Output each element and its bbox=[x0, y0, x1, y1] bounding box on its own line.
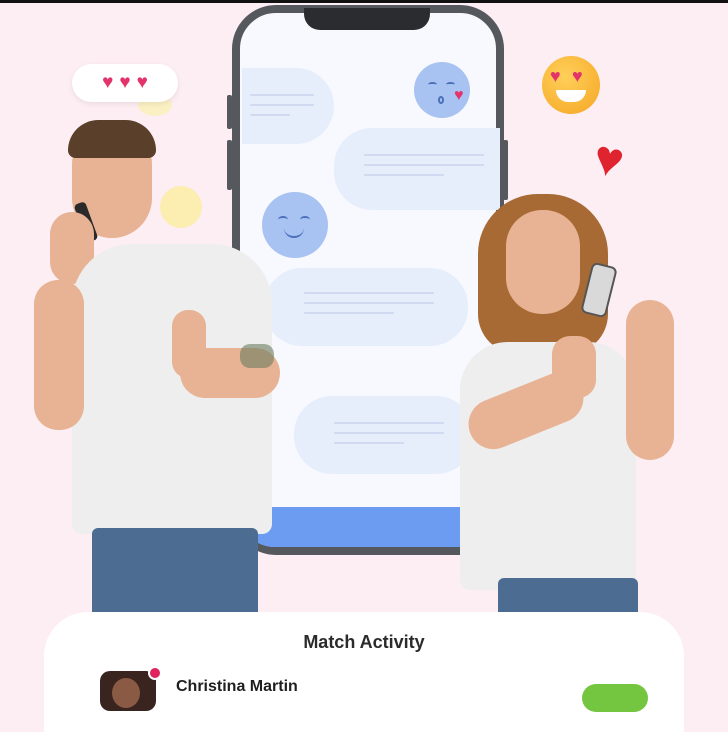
heart-icon: ♥ bbox=[454, 87, 464, 104]
kiss-emoji-icon: ♥ bbox=[414, 62, 470, 118]
chat-bubble bbox=[294, 396, 474, 474]
match-activity-title: Match Activity bbox=[303, 632, 425, 652]
heart-icon: ♥ bbox=[102, 72, 114, 93]
match-name[interactable]: Christina Martin bbox=[176, 678, 298, 696]
heart-eyes-emoji-icon: ♥ ♥ bbox=[542, 56, 600, 114]
match-action-button[interactable] bbox=[582, 684, 648, 712]
hearts-badge: ♥ ♥ ♥ bbox=[72, 64, 178, 102]
avatar-face bbox=[112, 678, 140, 708]
online-status-badge bbox=[148, 666, 162, 680]
heart-icon: ♥ bbox=[119, 72, 131, 93]
woman-figure bbox=[450, 190, 690, 620]
red-heart-icon: ♥ bbox=[588, 128, 630, 190]
man-figure bbox=[30, 120, 290, 620]
heart-icon: ♥ bbox=[136, 72, 148, 93]
phone-notch bbox=[304, 8, 430, 30]
chat-bubble bbox=[264, 268, 468, 346]
top-border bbox=[0, 0, 728, 3]
